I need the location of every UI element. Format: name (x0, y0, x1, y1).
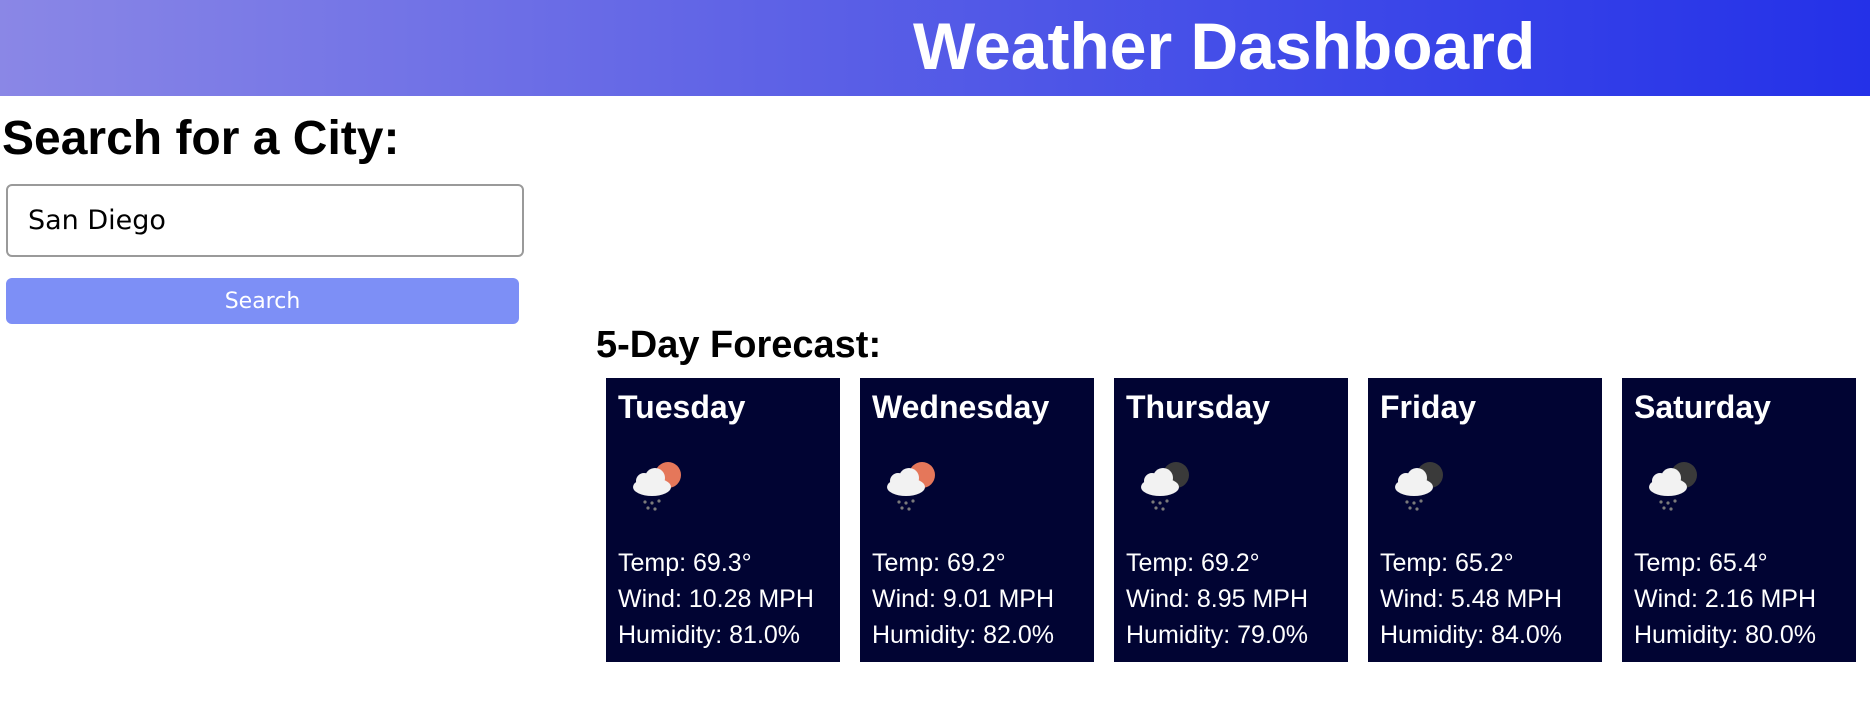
forecast-humidity: Humidity: 84.0% (1380, 621, 1563, 649)
forecast-card-day-2: Wednesday Temp: 69.2° Wind: 9.01 MPH Hum… (860, 378, 1094, 662)
forecast-card-day-3: Thursday Temp: 69.2° Wind: 8.95 MPH Humi… (1114, 378, 1348, 662)
rain-cloud-moon-icon (1649, 462, 1697, 511)
rain-cloud-moon-icon (1395, 462, 1443, 511)
rain-cloud-sun-icon (887, 462, 935, 511)
forecast-temp: Temp: 65.4° (1634, 549, 1768, 577)
forecast-cards: Tuesday Temp: 69.3° Wind: 10.28 MPH Humi… (606, 378, 1856, 662)
forecast-card-day-5: Saturday Temp: 65.4° Wind: 2.16 MPH Humi… (1622, 378, 1856, 662)
page-title: Weather Dashboard (913, 9, 1536, 83)
forecast-temp: Temp: 65.2° (1380, 549, 1514, 577)
forecast-humidity: Humidity: 80.0% (1634, 621, 1817, 649)
forecast-wind: Wind: 5.48 MPH (1380, 585, 1563, 613)
forecast-temp: Temp: 69.2° (872, 549, 1006, 577)
forecast-card-day-1: Tuesday Temp: 69.3° Wind: 10.28 MPH Humi… (606, 378, 840, 662)
forecast-day-name: Tuesday (618, 389, 746, 425)
forecast-day-name: Wednesday (872, 389, 1050, 425)
search-heading: Search for a City: (2, 112, 400, 165)
forecast-day-name: Friday (1380, 389, 1477, 425)
forecast-heading: 5-Day Forecast: (596, 324, 882, 366)
forecast-day-name: Saturday (1634, 389, 1771, 425)
header-bar: Weather Dashboard (0, 0, 1870, 96)
forecast-humidity: Humidity: 81.0% (618, 621, 801, 649)
forecast-temp: Temp: 69.3° (618, 549, 752, 577)
search-button[interactable]: Search (6, 278, 519, 324)
forecast-wind: Wind: 10.28 MPH (618, 585, 814, 613)
rain-cloud-moon-icon (1141, 462, 1189, 511)
forecast-humidity: Humidity: 82.0% (872, 621, 1055, 649)
city-search-input[interactable] (6, 184, 524, 257)
forecast-wind: Wind: 2.16 MPH (1634, 585, 1817, 613)
forecast-card-day-4: Friday Temp: 65.2° Wind: 5.48 MPH Humidi… (1368, 378, 1602, 662)
forecast-wind: Wind: 9.01 MPH (872, 585, 1055, 613)
forecast-day-name: Thursday (1126, 389, 1271, 425)
forecast-humidity: Humidity: 79.0% (1126, 621, 1309, 649)
forecast-wind: Wind: 8.95 MPH (1126, 585, 1309, 613)
rain-cloud-sun-icon (633, 462, 681, 511)
forecast-temp: Temp: 69.2° (1126, 549, 1260, 577)
